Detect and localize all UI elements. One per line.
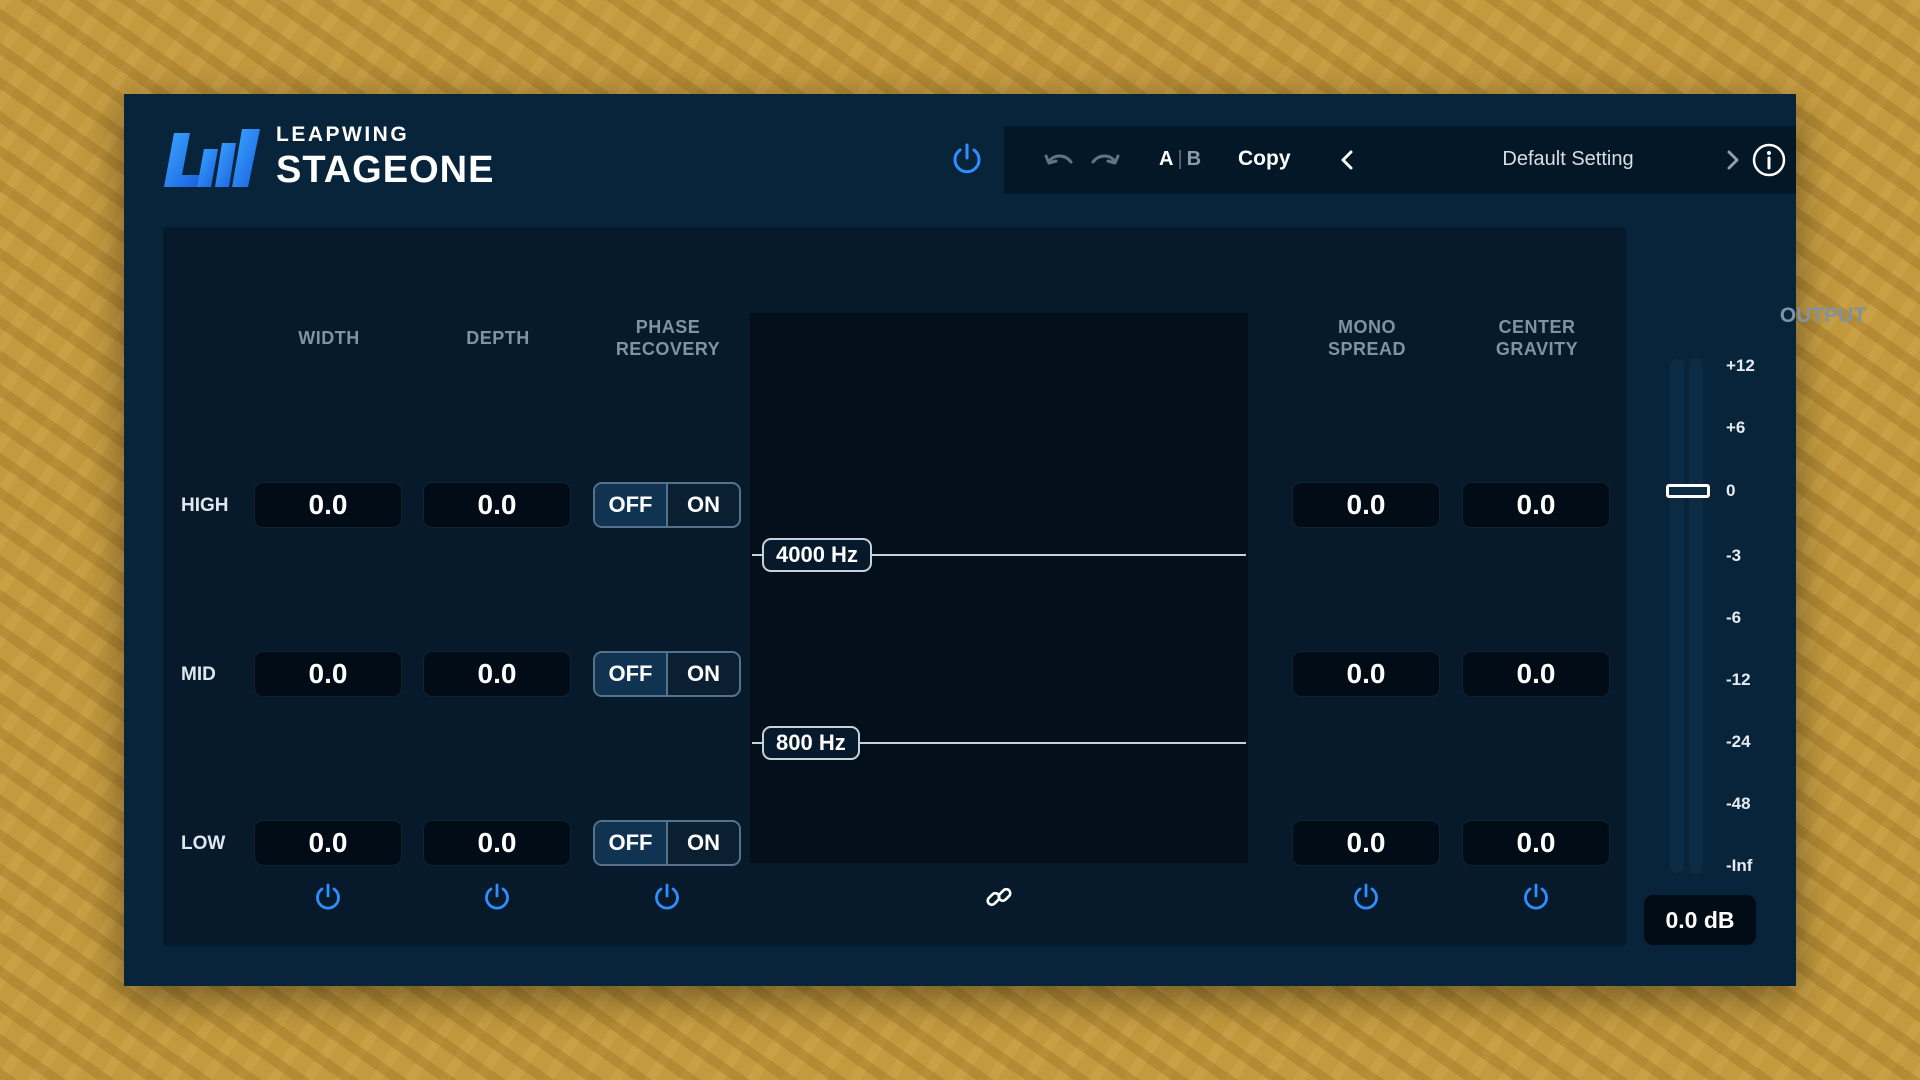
output-label: OUTPUT — [1779, 304, 1867, 327]
center-gravity-label-line2: GRAVITY — [1495, 339, 1579, 359]
company-name: LEAPWING — [276, 123, 410, 146]
scale-tick-minus48: -48 — [1726, 794, 1751, 813]
prev-preset-button[interactable] — [1330, 143, 1364, 177]
output-meter-left — [1670, 359, 1684, 873]
low-crossover-frequency[interactable]: 800 Hz — [762, 726, 860, 760]
width-column-label: WIDTH — [298, 328, 360, 348]
center-gravity-power-icon[interactable] — [1521, 882, 1551, 912]
redo-button[interactable] — [1088, 143, 1122, 177]
width-power-icon[interactable] — [313, 882, 343, 912]
chevron-right-icon — [1727, 150, 1739, 170]
mono-spread-label-line1: MONO — [1338, 317, 1396, 337]
mid-mono-spread-value[interactable]: 0.0 — [1292, 651, 1440, 697]
plugin-window: LEAPWING STAGEONE A | B Copy Default Set… — [124, 94, 1866, 986]
phase-recovery-column-label: PHASE RECOVERY — [593, 316, 743, 360]
stage-display[interactable]: 4000 Hz 800 Hz — [750, 313, 1248, 863]
scale-tick-minus24: -24 — [1726, 732, 1751, 751]
info-icon[interactable] — [1750, 141, 1788, 179]
high-mono-spread-value[interactable]: 0.0 — [1292, 482, 1440, 528]
high-phase-off-option[interactable]: OFF — [595, 484, 668, 526]
preset-toolbar: A | B Copy Default Setting — [1004, 126, 1796, 194]
mid-width-value[interactable]: 0.0 — [254, 651, 402, 697]
preset-name[interactable]: Default Setting — [1430, 148, 1706, 171]
undo-icon — [1044, 154, 1073, 165]
low-phase-recovery-toggle[interactable]: OFF ON — [593, 820, 741, 866]
band-label-high: HIGH — [181, 495, 229, 516]
ab-b-label[interactable]: B — [1187, 148, 1201, 170]
mid-phase-recovery-toggle[interactable]: OFF ON — [593, 651, 741, 697]
ab-a-label[interactable]: A — [1159, 148, 1173, 170]
band-label-low: LOW — [181, 833, 226, 854]
mid-depth-value[interactable]: 0.0 — [423, 651, 571, 697]
phase-recovery-label-line1: PHASE — [635, 317, 701, 337]
mono-spread-power-icon[interactable] — [1351, 882, 1381, 912]
output-gain-value[interactable]: 0.0 dB — [1644, 895, 1756, 945]
band-label-mid: MID — [181, 664, 216, 685]
scale-tick-minus-inf: -Inf — [1726, 856, 1753, 875]
scale-tick-minus6: -6 — [1726, 608, 1742, 627]
high-depth-value[interactable]: 0.0 — [423, 482, 571, 528]
high-width-value[interactable]: 0.0 — [254, 482, 402, 528]
high-center-gravity-value[interactable]: 0.0 — [1462, 482, 1610, 528]
plugin-power-icon[interactable] — [950, 142, 984, 176]
mono-spread-label-line2: SPREAD — [1327, 339, 1406, 359]
low-center-gravity-value[interactable]: 0.0 — [1462, 820, 1610, 866]
mono-spread-column-label: MONO SPREAD — [1292, 316, 1442, 360]
high-phase-on-option[interactable]: ON — [668, 484, 739, 526]
ab-separator: | — [1177, 148, 1183, 170]
scale-tick-plus12: +12 — [1726, 356, 1755, 375]
low-width-value[interactable]: 0.0 — [254, 820, 402, 866]
low-depth-value[interactable]: 0.0 — [423, 820, 571, 866]
output-meter-right — [1689, 359, 1703, 873]
high-crossover-frequency[interactable]: 4000 Hz — [762, 538, 872, 572]
logo: LEAPWING STAGEONE — [160, 124, 494, 189]
chevron-left-icon — [1341, 150, 1353, 170]
scale-tick-plus6: +6 — [1726, 418, 1746, 437]
mid-phase-on-option[interactable]: ON — [668, 653, 739, 695]
main-panel: WIDTH DEPTH PHASE RECOVERY MONO SPREAD C… — [163, 227, 1626, 946]
undo-button[interactable] — [1042, 143, 1076, 177]
mid-center-gravity-value[interactable]: 0.0 — [1462, 651, 1610, 697]
low-mono-spread-value[interactable]: 0.0 — [1292, 820, 1440, 866]
depth-column-label: DEPTH — [466, 328, 530, 348]
scale-tick-minus3: -3 — [1726, 546, 1742, 565]
redo-icon — [1091, 154, 1120, 165]
phase-recovery-label-line2: RECOVERY — [615, 339, 721, 359]
product-name: STAGEONE — [276, 149, 495, 191]
phase-recovery-power-icon[interactable] — [652, 882, 682, 912]
low-phase-on-option[interactable]: ON — [668, 822, 739, 864]
depth-power-icon[interactable] — [482, 882, 512, 912]
copy-button[interactable]: Copy — [1238, 147, 1291, 171]
ab-compare-toggle[interactable]: A | B — [1159, 148, 1201, 171]
output-fader-handle[interactable] — [1666, 484, 1710, 498]
center-gravity-column-label: CENTER GRAVITY — [1462, 316, 1612, 360]
scale-tick-0: 0 — [1726, 481, 1736, 500]
low-phase-off-option[interactable]: OFF — [595, 822, 668, 864]
mid-phase-off-option[interactable]: OFF — [595, 653, 668, 695]
next-preset-button[interactable] — [1716, 143, 1750, 177]
high-phase-recovery-toggle[interactable]: OFF ON — [593, 482, 741, 528]
scale-tick-minus12: -12 — [1726, 670, 1751, 689]
link-icon[interactable] — [984, 882, 1014, 912]
leapwing-logo-icon — [164, 128, 260, 187]
center-gravity-label-line1: CENTER — [1498, 317, 1576, 337]
